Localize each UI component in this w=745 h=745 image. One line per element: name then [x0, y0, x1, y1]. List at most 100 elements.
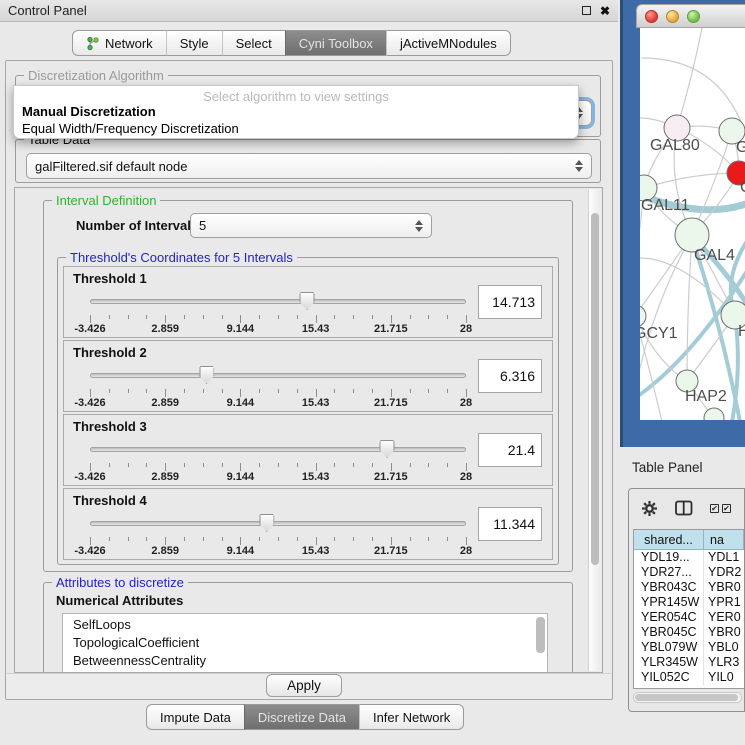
table-row[interactable]: YBR043CYBR0 — [634, 580, 744, 595]
slider-tick — [90, 389, 91, 397]
node-label: C — [740, 179, 745, 196]
slider-tick — [316, 537, 317, 545]
table-hscrollbar-track[interactable] — [633, 692, 742, 703]
table-cell: YBR0 — [704, 580, 744, 595]
column-view-icon[interactable] — [675, 500, 693, 516]
slider-tick — [184, 315, 185, 319]
close-traffic-light[interactable] — [645, 10, 658, 23]
select-columns-icon[interactable]: ✔ ✔ — [710, 504, 731, 513]
network-canvas[interactable]: GAL80GACGAL11GAL4GCY1HHAP2 — [640, 28, 745, 420]
table-header-row: shared...na — [634, 530, 744, 550]
table-data-combobox[interactable]: galFiltered.sif default node — [26, 153, 592, 179]
apply-button[interactable]: Apply — [266, 674, 342, 697]
slider-tick-label: 15.43 — [302, 545, 330, 557]
slider-tick — [222, 537, 223, 541]
slider-tick — [184, 389, 185, 393]
table-cell: YIL052C — [634, 670, 704, 685]
table-row[interactable]: YIL052CYIL0 — [634, 670, 744, 685]
slider-tick — [90, 463, 91, 471]
slider-tick — [391, 389, 392, 397]
slider-tick — [109, 315, 110, 319]
table-hscrollbar-thumb[interactable] — [635, 694, 738, 701]
slider-tick — [466, 315, 467, 323]
table-row[interactable]: YPR145WYPR1 — [634, 595, 744, 610]
attribute-item-selfloops[interactable]: SelfLoops — [73, 616, 547, 634]
checkbox-icon: ✔ — [722, 504, 731, 513]
threshold-label: Threshold 3 — [73, 419, 147, 434]
tab-infer-network[interactable]: Infer Network — [359, 704, 464, 730]
tab-discretize-data[interactable]: Discretize Data — [244, 704, 359, 730]
popup-option-manual-discretization[interactable]: Manual Discretization — [14, 103, 578, 120]
threshold-list: Threshold 1-3.4262.8599.14415.4321.71528… — [63, 266, 553, 562]
network-edge — [644, 173, 739, 188]
slider-tick — [410, 537, 411, 541]
table-row[interactable]: YER054CYER0 — [634, 610, 744, 625]
settings-scrollbar-track[interactable] — [588, 189, 601, 671]
tab-impute-data[interactable]: Impute Data — [146, 704, 244, 730]
slider-track[interactable] — [90, 447, 466, 452]
tab-style[interactable]: Style — [166, 30, 222, 56]
tab-network[interactable]: Network — [72, 30, 166, 56]
table-row[interactable]: YBR045CYBR0 — [634, 625, 744, 640]
attribute-item-betweennesscentrality[interactable]: BetweennessCentrality — [73, 652, 547, 670]
slider-tick-label: 9.144 — [227, 323, 255, 335]
num-intervals-combobox[interactable]: 5 — [190, 213, 432, 238]
table-row[interactable]: YDL19...YDL1 — [634, 550, 744, 565]
slider-thumb[interactable] — [380, 440, 395, 458]
network-node[interactable] — [640, 305, 646, 327]
gear-icon[interactable] — [641, 500, 658, 517]
node-label: GA — [736, 139, 745, 156]
node-attribute-table: shared...na YDL19...YDL1YDR27...YDR2YBR0… — [633, 529, 744, 689]
slider-track[interactable] — [90, 521, 466, 526]
numerical-attributes-list[interactable]: SelfLoopsTopologicalCoefficientBetweenne… — [62, 613, 548, 673]
slider-tick — [184, 463, 185, 467]
threshold-slider[interactable]: -3.4262.8599.14415.4321.71528 — [90, 513, 466, 557]
threshold-label: Threshold 4 — [73, 493, 147, 508]
panel-title: Control Panel — [8, 3, 87, 18]
table-column-header[interactable]: shared... — [634, 530, 704, 549]
slider-tick — [278, 463, 279, 467]
slider-tick — [372, 463, 373, 467]
table-row[interactable]: YLR345WYLR3 — [634, 655, 744, 670]
slider-tick — [391, 537, 392, 545]
table-column-header[interactable]: na — [704, 530, 744, 549]
threshold-value-field[interactable]: 21.4 — [478, 433, 542, 467]
attribute-item-topologicalcoefficient[interactable]: TopologicalCoefficient — [73, 634, 547, 652]
network-window-titlebar[interactable] — [636, 4, 745, 28]
num-intervals-label: Number of Intervals — [76, 218, 198, 233]
threshold-value-field[interactable]: 6.316 — [478, 359, 542, 393]
attributes-list-scrollbar[interactable] — [536, 617, 545, 653]
zoom-traffic-light[interactable] — [687, 10, 700, 23]
float-window-icon[interactable] — [582, 6, 591, 15]
table-row[interactable]: YBL079WYBL0 — [634, 640, 744, 655]
slider-thumb[interactable] — [300, 292, 315, 310]
threshold-value-field[interactable]: 14.713 — [478, 285, 542, 319]
attributes-group-title: Attributes to discretize — [52, 575, 188, 590]
tab-jactivemnodules[interactable]: jActiveMNodules — [386, 30, 511, 56]
close-panel-icon[interactable]: ✖ — [600, 5, 610, 17]
minimize-traffic-light[interactable] — [666, 10, 679, 23]
table-cell: YPR145W — [634, 595, 704, 610]
tab-label: jActiveMNodules — [400, 36, 497, 51]
slider-tick-label: 2.859 — [151, 323, 179, 335]
threshold-value-field[interactable]: 11.344 — [478, 507, 542, 541]
threshold-slider[interactable]: -3.4262.8599.14415.4321.71528 — [90, 439, 466, 483]
tab-cyni-toolbox[interactable]: Cyni Toolbox — [285, 30, 386, 56]
slider-thumb[interactable] — [199, 366, 214, 384]
slider-tick — [203, 389, 204, 393]
tab-select[interactable]: Select — [222, 30, 285, 56]
top-tab-bar: NetworkStyleSelectCyni Toolbox jActiveMNo… — [72, 30, 511, 56]
slider-thumb[interactable] — [259, 514, 274, 532]
settings-scrollbar-thumb[interactable] — [591, 213, 599, 565]
threshold-slider[interactable]: -3.4262.8599.14415.4321.71528 — [90, 365, 466, 409]
table-panel-title: Table Panel — [632, 460, 703, 475]
slider-tick — [184, 537, 185, 541]
slider-track[interactable] — [90, 373, 466, 378]
threshold-slider[interactable]: -3.4262.8599.14415.4321.71528 — [90, 291, 466, 335]
slider-tick-label: 21.715 — [374, 323, 408, 335]
slider-tick-label: 21.715 — [374, 545, 408, 557]
table-row[interactable]: YDR27...YDR2 — [634, 565, 744, 580]
table-cell: YDL1 — [704, 550, 744, 565]
slider-track[interactable] — [90, 299, 466, 304]
popup-option-equal-width-frequency-discretization[interactable]: Equal Width/Frequency Discretization — [14, 120, 578, 137]
